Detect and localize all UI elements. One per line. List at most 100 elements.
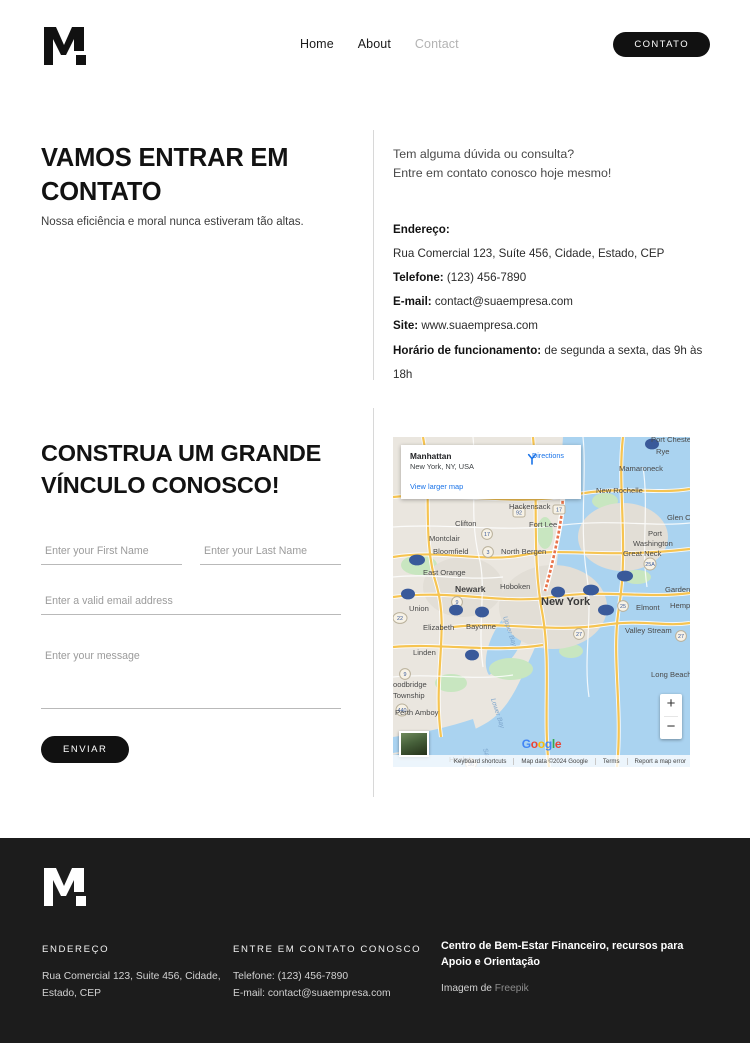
last-name-input[interactable]	[200, 545, 341, 565]
svg-text:25: 25	[620, 604, 626, 610]
map-label: Newark	[455, 584, 486, 594]
footer-contact-column: ENTRE EM CONTATO CONOSCO Telefone: (123)…	[233, 943, 423, 1002]
nav-item-contact[interactable]: Contact	[415, 37, 459, 51]
message-input[interactable]	[41, 647, 341, 709]
email-input[interactable]	[41, 595, 341, 615]
page-title: VAMOS ENTRAR EM CONTATO	[41, 144, 289, 206]
detail-phone: Telefone: (123) 456-7890	[393, 271, 527, 285]
svg-text:95: 95	[453, 608, 459, 614]
map-label: New York	[541, 596, 591, 608]
map-label: Bayonne	[466, 622, 496, 631]
contact-intro: Tem alguma dúvida ou consulta? Entre em …	[393, 145, 713, 183]
svg-text:17: 17	[556, 508, 562, 514]
map-info-card[interactable]: Manhattan New York, NY, USA View larger …	[401, 445, 581, 499]
nav-item-home[interactable]: Home	[300, 37, 334, 51]
contact-intro-line-1: Tem alguma dúvida ou consulta?	[393, 147, 575, 161]
map-label: Clifton	[455, 519, 477, 528]
attr-sep-3	[626, 757, 628, 765]
svg-text:17: 17	[484, 532, 490, 538]
attr-sep-1	[513, 757, 515, 765]
view-larger-map-link[interactable]: View larger map	[410, 482, 463, 491]
map-label: oodbridge	[393, 680, 427, 689]
map-label: Hemp	[670, 601, 690, 610]
terms-link[interactable]: Terms	[603, 758, 620, 765]
directions-icon	[527, 453, 537, 465]
svg-text:95: 95	[469, 653, 475, 659]
map-label: Port	[648, 529, 663, 538]
svg-text:9: 9	[404, 672, 407, 678]
footer-contact-phone: Telefone: (123) 456-7890	[233, 970, 349, 982]
map-place-subtitle: New York, NY, USA	[410, 462, 474, 471]
section-divider	[373, 130, 374, 380]
map-label: Elizabeth	[423, 623, 454, 632]
map-label: Fort Lee	[529, 520, 557, 529]
map-zoom-controls: + −	[660, 694, 682, 739]
map-label: Township	[393, 691, 425, 700]
street-view-thumbnail[interactable]	[399, 731, 429, 757]
map-label: Glen Co	[667, 513, 690, 522]
form-heading: CONSTRUA UM GRANDE VÍNCULO CONOSCO!	[41, 440, 322, 498]
footer-address-column: ENDEREÇO Rua Comercial 123, Suite 456, C…	[42, 943, 232, 1002]
map-label: Mamaroneck	[619, 464, 663, 473]
svg-text:22: 22	[397, 616, 403, 622]
header-contato-button[interactable]: CONTATO	[613, 32, 710, 57]
svg-text:3: 3	[487, 550, 490, 556]
svg-text:278: 278	[602, 608, 611, 614]
freepik-link[interactable]: Freepik	[495, 983, 529, 994]
svg-text:280: 280	[413, 558, 422, 564]
directions-button[interactable]: Directions	[524, 450, 572, 465]
map-label: Hackensack	[509, 502, 551, 511]
footer-address-heading: ENDEREÇO	[42, 944, 110, 955]
contact-details-list: Endereço: Rua Comercial 123, Suíte 456, …	[393, 218, 718, 387]
footer-logo[interactable]	[42, 866, 92, 913]
detail-address-value: Rua Comercial 123, Suíte 456, Cidade, Es…	[393, 247, 665, 261]
zoom-in-button[interactable]: +	[660, 694, 682, 716]
svg-text:295: 295	[621, 574, 630, 580]
contact-intro-line-2: Entre em contato conosco hoje mesmo!	[393, 166, 612, 181]
nav-item-about[interactable]: About	[358, 37, 391, 51]
detail-address-label: Endereço:	[393, 223, 450, 236]
section-divider-2	[373, 408, 374, 797]
contact-form: ENVIAR	[41, 545, 341, 763]
svg-text:478: 478	[554, 590, 563, 596]
map-label: Great Neck	[623, 549, 662, 558]
contact-info-section: VAMOS ENTRAR EM CONTATO Nossa eficiência…	[0, 118, 750, 388]
google-logo: Google	[521, 737, 562, 751]
logo-mark-icon	[42, 25, 92, 67]
detail-hours: Horário de funcionamento: de segunda a s…	[393, 343, 703, 381]
map-label: Garden C	[665, 585, 690, 594]
zoom-out-button[interactable]: −	[660, 717, 682, 739]
map-label: Perth Amboy	[395, 708, 439, 717]
primary-nav: Home About Contact	[300, 37, 459, 51]
header-logo[interactable]	[42, 25, 92, 67]
first-name-input[interactable]	[41, 545, 182, 565]
svg-text:78: 78	[479, 610, 485, 616]
submit-button[interactable]: ENVIAR	[41, 736, 130, 763]
svg-text:495: 495	[587, 588, 596, 594]
map-label: Elmont	[636, 603, 661, 612]
google-map-embed[interactable]: 92 17 17 3 280 78 9 95 78 22 95 9 440 36…	[393, 437, 690, 767]
map-label: Hoboken	[500, 582, 530, 591]
footer-logo-mark-icon	[44, 868, 86, 906]
svg-text:25A: 25A	[645, 562, 655, 568]
footer-image-credit: Imagem de Freepik	[441, 983, 691, 994]
map-label: Port Chester	[651, 437, 690, 444]
name-row	[41, 545, 341, 565]
page-subtitle: Nossa eficiência e moral nunca estiveram…	[41, 216, 304, 228]
contact-page: Home About Contact CONTATO VAMOS ENTRAR …	[0, 0, 750, 1043]
keyboard-shortcuts-link[interactable]: Keyboard shortcuts	[454, 758, 507, 765]
report-map-error-link[interactable]: Report a map error	[635, 758, 686, 765]
map-label: Washington	[633, 539, 673, 548]
footer-contact-heading: ENTRE EM CONTATO CONOSCO	[233, 944, 422, 955]
site-header: Home About Contact CONTATO	[0, 0, 750, 90]
footer-about-title: Centro de Bem-Estar Financeiro, recursos…	[441, 940, 684, 969]
map-label: North Bergen	[501, 547, 546, 556]
svg-text:27: 27	[576, 632, 582, 638]
map-label: Valley Stream	[625, 626, 672, 635]
footer-contact-email: E-mail: contact@suaempresa.com	[233, 987, 391, 999]
map-label: Union	[409, 604, 429, 613]
site-footer: ENDEREÇO Rua Comercial 123, Suite 456, C…	[0, 838, 750, 1043]
map-label: Linden	[413, 648, 436, 657]
svg-text:78: 78	[405, 592, 411, 598]
footer-about-column: Centro de Bem-Estar Financeiro, recursos…	[441, 938, 691, 994]
